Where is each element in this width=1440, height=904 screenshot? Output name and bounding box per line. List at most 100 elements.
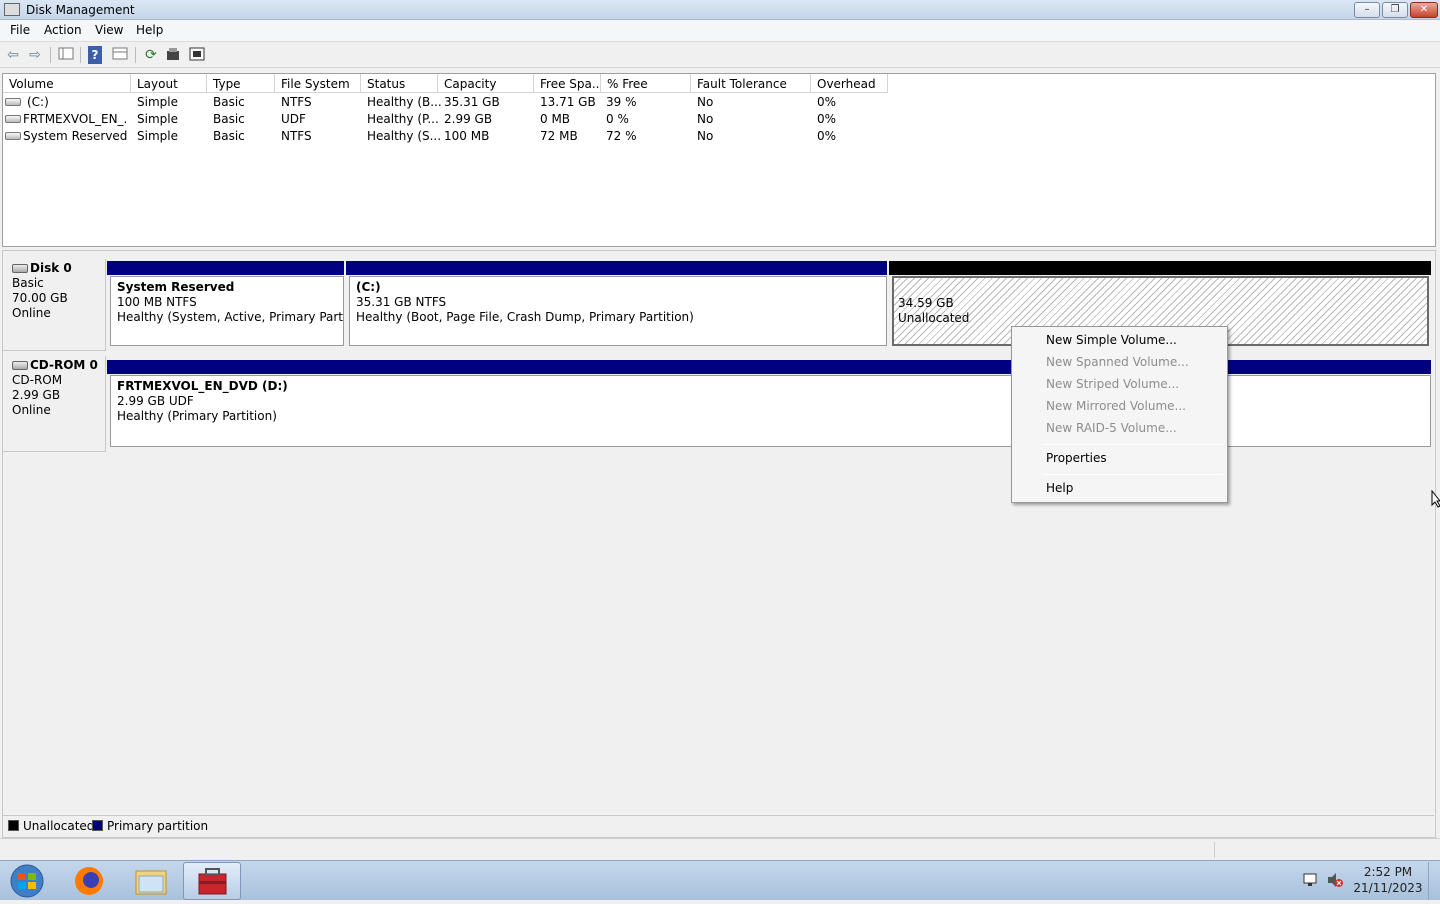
cell-capacity: 35.31 GB: [444, 95, 500, 109]
cd-rom-icon: [12, 361, 28, 370]
volume-list[interactable]: Volume Layout Type File System Status Ca…: [2, 73, 1436, 247]
partition-title: (C:): [356, 280, 381, 294]
cell-fault-tolerance: No: [697, 129, 714, 143]
menu-action[interactable]: Action: [44, 23, 82, 37]
settings-icon[interactable]: [188, 46, 206, 64]
system-clock[interactable]: 2:52 PM 21/11/2023: [1352, 864, 1424, 896]
cell-file-system: NTFS: [281, 95, 312, 109]
cell-capacity: 2.99 GB: [444, 112, 493, 126]
show-desktop-button[interactable]: [1428, 862, 1440, 900]
column-header-status[interactable]: Status: [361, 74, 438, 93]
cell-layout: Simple: [137, 112, 178, 126]
menu-item-help[interactable]: Help: [1046, 481, 1073, 495]
column-header-layout[interactable]: Layout: [131, 74, 207, 93]
cell-volume: System Reserved: [23, 129, 127, 143]
partition-size: 35.31 GB NTFS: [356, 295, 447, 309]
partition-status: Unallocated: [898, 311, 970, 325]
cell-layout: Simple: [137, 129, 178, 143]
column-header-free-space[interactable]: Free Spa...: [534, 74, 601, 93]
firefox-icon: [75, 867, 103, 895]
menu-help[interactable]: Help: [136, 23, 163, 37]
legend: Unallocated Primary partition: [2, 815, 1434, 835]
cdrom-0-info[interactable]: CD-ROM 0 CD-ROM 2.99 GB Online: [3, 356, 106, 452]
cell-fault-tolerance: No: [697, 112, 714, 126]
cell-status: Healthy (B...: [367, 95, 442, 109]
primary-partition-bar: [107, 261, 344, 275]
toolbar-separator: [50, 47, 51, 63]
taskbar-computer-management[interactable]: [183, 862, 241, 900]
column-header-overhead[interactable]: Overhead: [811, 74, 888, 93]
partition-status: Healthy (Primary Partition): [117, 409, 277, 423]
column-header-volume[interactable]: Volume: [3, 74, 131, 93]
table-row[interactable]: (C:) Simple Basic NTFS Healthy (B... 35.…: [3, 94, 1435, 111]
column-header-file-system[interactable]: File System: [275, 74, 361, 93]
disk-size: 2.99 GB: [12, 388, 61, 402]
cell-fault-tolerance: No: [697, 95, 714, 109]
cell-volume: (C:): [27, 95, 49, 109]
status-bar: [0, 838, 1440, 860]
partition-c-drive[interactable]: (C:) 35.31 GB NTFS Healthy (Boot, Page F…: [349, 276, 887, 346]
cell-status: Healthy (P...: [367, 112, 439, 126]
clock-time: 2:52 PM: [1363, 865, 1413, 879]
disk-state: Online: [12, 403, 51, 417]
menu-separator: [1042, 444, 1223, 445]
column-header-type[interactable]: Type: [207, 74, 275, 93]
partition-title: System Reserved: [117, 280, 235, 294]
forward-icon[interactable]: ⇨: [26, 46, 44, 64]
partition-status: Healthy (Boot, Page File, Crash Dump, Pr…: [356, 310, 694, 324]
menu-bar: File Action View Help: [0, 20, 1440, 42]
disk-type: CD-ROM: [12, 373, 63, 387]
maximize-button[interactable]: ❐: [1382, 2, 1408, 18]
primary-partition-bar: [107, 360, 1431, 374]
disk-management-icon: [4, 3, 20, 16]
back-icon[interactable]: ⇦: [4, 46, 22, 64]
minimize-button[interactable]: –: [1354, 2, 1380, 18]
unallocated-bar: [889, 261, 1431, 275]
start-button[interactable]: [6, 864, 48, 898]
help-icon[interactable]: ?: [88, 46, 102, 64]
menu-file[interactable]: File: [10, 23, 30, 37]
cell-overhead: 0%: [817, 112, 837, 126]
cell-percent-free: 39 %: [606, 95, 637, 109]
show-hide-console-tree-icon[interactable]: [57, 46, 75, 64]
hard-disk-icon: [12, 264, 28, 273]
context-menu: New Simple Volume... New Spanned Volume.…: [1011, 326, 1228, 503]
cell-type: Basic: [213, 129, 245, 143]
disk-name: CD-ROM 0: [30, 358, 98, 372]
disk-0-info[interactable]: Disk 0 Basic 70.00 GB Online: [3, 259, 106, 351]
windows-logo-icon: [10, 864, 44, 898]
cell-volume: FRTMEXVOL_EN_...: [23, 112, 127, 126]
table-row[interactable]: FRTMEXVOL_EN_... Simple Basic UDF Health…: [3, 111, 1435, 128]
partition-size: 34.59 GB: [898, 296, 954, 310]
cell-overhead: 0%: [817, 129, 837, 143]
disk-name: Disk 0: [30, 261, 72, 275]
partition-system-reserved[interactable]: System Reserved 100 MB NTFS Healthy (Sys…: [110, 276, 344, 346]
partition-dvd-d-drive[interactable]: FRTMEXVOL_EN_DVD (D:) 2.99 GB UDF Health…: [110, 375, 1431, 447]
close-button[interactable]: ✕: [1410, 2, 1438, 18]
column-header-fault-tolerance[interactable]: Fault Tolerance: [691, 74, 811, 93]
cell-type: Basic: [213, 95, 245, 109]
table-row[interactable]: System Reserved Simple Basic NTFS Health…: [3, 128, 1435, 145]
column-header-percent-free[interactable]: % Free: [601, 74, 691, 93]
resize-cursor-icon: [1431, 489, 1440, 508]
refresh-icon[interactable]: ⟳: [142, 46, 160, 64]
taskbar-firefox[interactable]: [60, 862, 118, 900]
volume-icon: [5, 132, 21, 140]
toolbar-separator: [135, 47, 136, 63]
menu-item-properties[interactable]: Properties: [1046, 451, 1107, 465]
status-divider: [1214, 842, 1215, 858]
column-header-capacity[interactable]: Capacity: [438, 74, 534, 93]
cell-file-system: UDF: [281, 112, 306, 126]
taskbar-file-explorer[interactable]: [122, 862, 180, 900]
volume-muted-icon[interactable]: [1326, 872, 1344, 891]
menu-item-new-simple-volume[interactable]: New Simple Volume...: [1046, 333, 1177, 347]
legend-unallocated: Unallocated: [23, 819, 95, 833]
cell-free-space: 13.71 GB: [540, 95, 596, 109]
network-icon[interactable]: [1302, 872, 1320, 891]
volume-icon: [5, 98, 21, 106]
rescan-disks-icon[interactable]: [164, 46, 182, 64]
menu-view[interactable]: View: [95, 23, 123, 37]
cell-file-system: NTFS: [281, 129, 312, 143]
disk-size: 70.00 GB: [12, 291, 68, 305]
properties-view-icon[interactable]: [111, 46, 129, 64]
